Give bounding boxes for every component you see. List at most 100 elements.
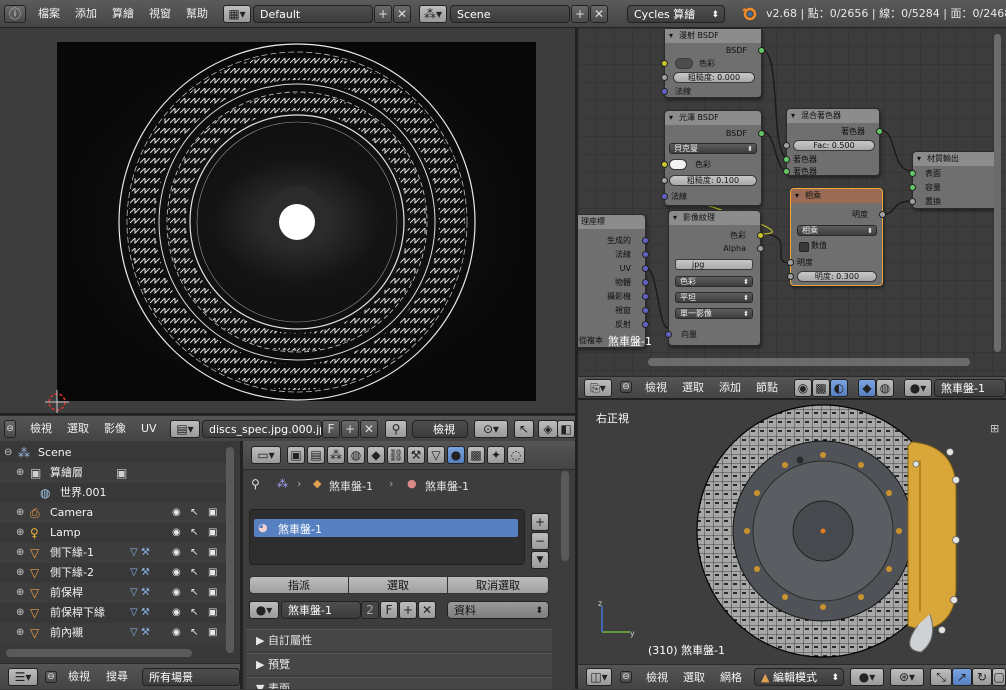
add-screen-button[interactable]: + xyxy=(374,5,392,23)
cursor-icon[interactable]: ↖ xyxy=(190,503,198,523)
shader-nodes-icon[interactable]: ◉ xyxy=(794,379,812,397)
outliner-row[interactable]: ◍ 世界.001 xyxy=(0,483,232,503)
material-browse-icon[interactable]: ●▾ xyxy=(904,379,932,397)
face-select-icon[interactable]: ◧ xyxy=(557,420,575,438)
diffuse-bsdf-socket[interactable] xyxy=(758,47,765,54)
tab-object-icon[interactable]: ◆ xyxy=(367,446,385,464)
scale-icon[interactable]: ▢ xyxy=(992,668,1006,686)
diffuse-roughness-socket[interactable] xyxy=(661,74,668,81)
menu-file[interactable]: 檔案 xyxy=(38,0,60,28)
mode-select[interactable]: ▲ 編輯模式 ⬍ xyxy=(754,668,844,686)
texcoord-generated-socket[interactable] xyxy=(642,237,649,244)
tab-world-icon[interactable]: ◍ xyxy=(347,446,365,464)
image-alpha-socket[interactable] xyxy=(757,245,764,252)
node-material-field[interactable]: 煞車盤-1 xyxy=(934,379,1006,397)
diffuse-normal-socket[interactable] xyxy=(661,88,668,95)
diffuse-color-swatch[interactable] xyxy=(675,58,693,69)
node-texture-coordinate[interactable]: 理座標 生成的 法線 UV 物體 攝影機 視窗 反射 從複本 xyxy=(578,214,649,348)
viewport-menu-mesh[interactable]: 網格 xyxy=(720,665,742,690)
camera-render-icon[interactable]: ▣ xyxy=(208,503,217,523)
node-mix-shader[interactable]: 混合著色器 著色器 Fac: 0.500 著色器 著色器 xyxy=(783,108,883,176)
image-unlink-button[interactable]: ✕ xyxy=(360,420,378,438)
eye-icon[interactable]: ◉ xyxy=(172,603,181,623)
mix-shader-in1-socket[interactable] xyxy=(783,156,790,163)
camera-render-icon[interactable]: ▣ xyxy=(208,583,217,603)
node-glossy-bsdf[interactable]: 光澤 BSDF BSDF 貝克曼 色彩 粗糙度: 0.100 法線 xyxy=(661,110,765,206)
compositor-nodes-icon[interactable]: ◐ xyxy=(830,379,848,397)
outliner-filter-select[interactable]: 所有場景 xyxy=(142,668,240,686)
tab-modifiers-icon[interactable]: ⚒ xyxy=(407,446,425,464)
eye-icon[interactable]: ◉ xyxy=(172,523,181,543)
glossy-color-socket[interactable] xyxy=(661,161,668,168)
image-vector-socket[interactable] xyxy=(665,331,672,338)
delete-screen-button[interactable]: ✕ xyxy=(393,5,411,23)
image-fake-user-button[interactable]: F xyxy=(322,420,340,438)
cursor-icon[interactable]: ↖ xyxy=(190,603,198,623)
outliner-row[interactable]: ⊕ ▽ 側下緣-1 ◉ ↖ ▣ ▽ ⚒ xyxy=(0,543,232,563)
glossy-roughness-socket[interactable] xyxy=(661,177,668,184)
screen-layout-icon[interactable]: ▦▾ xyxy=(223,5,251,23)
diffuse-color-socket[interactable] xyxy=(661,60,668,67)
image-editor-canvas[interactable] xyxy=(0,28,575,413)
image-browse-icon[interactable]: ▤▾ xyxy=(170,420,200,438)
node-menu-add[interactable]: 添加 xyxy=(719,377,741,399)
image-menu-select[interactable]: 選取 xyxy=(67,416,89,442)
panel-surface[interactable]: ▼ 表面 xyxy=(246,677,552,689)
slot-menu-button[interactable]: ▼ xyxy=(531,551,549,569)
output-surface-socket[interactable] xyxy=(909,170,916,177)
eye-icon[interactable]: ◉ xyxy=(172,583,181,603)
node-menu-view[interactable]: 檢視 xyxy=(645,377,667,399)
rotate-icon[interactable]: ↻ xyxy=(972,668,992,686)
material-browse-button[interactable]: ●▾ xyxy=(249,601,279,619)
texcoord-object-socket[interactable] xyxy=(642,279,649,286)
math-clamp-checkbox[interactable] xyxy=(799,242,809,252)
assign-button[interactable]: 指派 xyxy=(249,576,349,594)
texcoord-window-socket[interactable] xyxy=(642,307,649,314)
translate-icon[interactable]: ↗ xyxy=(952,668,972,686)
node-editor-scrollbar-v[interactable] xyxy=(994,34,1001,352)
outliner-row[interactable]: ⊕ ▽ 前內襯 ◉ ↖ ▣ ▽ ⚒ xyxy=(0,623,232,643)
outliner-row[interactable]: ⊕ ▽ 前保桿下緣 ◉ ↖ ▣ ▽ ⚒ xyxy=(0,603,232,623)
expand-toggle-icon[interactable]: ⊕ xyxy=(16,563,24,583)
menu-window[interactable]: 視窗 xyxy=(149,0,171,28)
node-menu-select[interactable]: 選取 xyxy=(682,377,704,399)
cursor-icon[interactable]: ↖ xyxy=(190,623,198,643)
outliner-row[interactable]: ⊕ ▽ 前保桿 ◉ ↖ ▣ ▽ ⚒ xyxy=(0,583,232,603)
outliner-menu-view[interactable]: 檢視 xyxy=(68,664,90,690)
texture-nodes-icon[interactable]: ▩ xyxy=(812,379,830,397)
outliner[interactable]: ⊖ ⁂ Scene ⊕ ▣ 算繪層 ▣ ◍ 世界.001 ⊕ ⎙ Camera ◉ ↖ ▣ ⊕ ♀ Lamp ◉ ↖ ▣… xyxy=(0,441,240,663)
math-operation-select[interactable]: 相乘 xyxy=(797,225,877,236)
glossy-distribution-select[interactable]: 貝克曼 xyxy=(669,143,757,154)
scene-icon[interactable]: ⁂▾ xyxy=(419,5,447,23)
camera-render-icon[interactable]: ▣ xyxy=(208,623,217,643)
material-slots-list[interactable]: ◕ 煞車盤-1 xyxy=(249,509,525,565)
tab-particles-icon[interactable]: ✦ xyxy=(487,446,505,464)
math-value-out-socket[interactable] xyxy=(879,211,886,218)
mix-shader-in2-socket[interactable] xyxy=(783,168,790,175)
expand-toggle-icon[interactable]: ⊕ xyxy=(16,523,24,543)
deselect-button[interactable]: 取消選取 xyxy=(447,576,549,594)
node-header-collapse-button[interactable]: ⊖ xyxy=(620,381,632,393)
pivot-icon[interactable]: ⊙▾ xyxy=(474,420,508,438)
camera-render-icon[interactable]: ▣ xyxy=(208,543,217,563)
eye-icon[interactable]: ◉ xyxy=(172,623,181,643)
node-menu-node[interactable]: 節點 xyxy=(756,377,778,399)
scene-field[interactable]: Scene xyxy=(450,5,570,23)
mix-shader-out-socket[interactable] xyxy=(876,128,883,135)
delete-scene-button[interactable]: ✕ xyxy=(590,5,608,23)
add-slot-button[interactable]: + xyxy=(531,513,549,531)
node-editor-type-icon[interactable]: ⎘▾ xyxy=(584,379,612,397)
menu-render[interactable]: 算繪 xyxy=(112,0,134,28)
tab-scene-icon[interactable]: ⁂ xyxy=(327,446,345,464)
expand-toggle-icon[interactable]: ⊕ xyxy=(16,603,24,623)
viewport-editor-type-icon[interactable]: ◫▾ xyxy=(586,668,612,686)
view-mode-select[interactable]: 檢視 xyxy=(412,420,468,438)
image-name-field[interactable]: discs_spec.jpg.000.jpg xyxy=(202,420,322,438)
texcoord-reflection-socket[interactable] xyxy=(642,321,649,328)
tab-physics-icon[interactable]: ◌ xyxy=(507,446,525,464)
node-material-output[interactable]: 材質輸出 表面 容量 置換 xyxy=(909,151,998,209)
world-shader-icon[interactable]: ◍ xyxy=(876,379,894,397)
cursor-icon[interactable]: ↖ xyxy=(190,523,198,543)
add-scene-button[interactable]: + xyxy=(571,5,589,23)
outliner-editor-type-icon[interactable]: ☰▾ xyxy=(8,668,38,686)
